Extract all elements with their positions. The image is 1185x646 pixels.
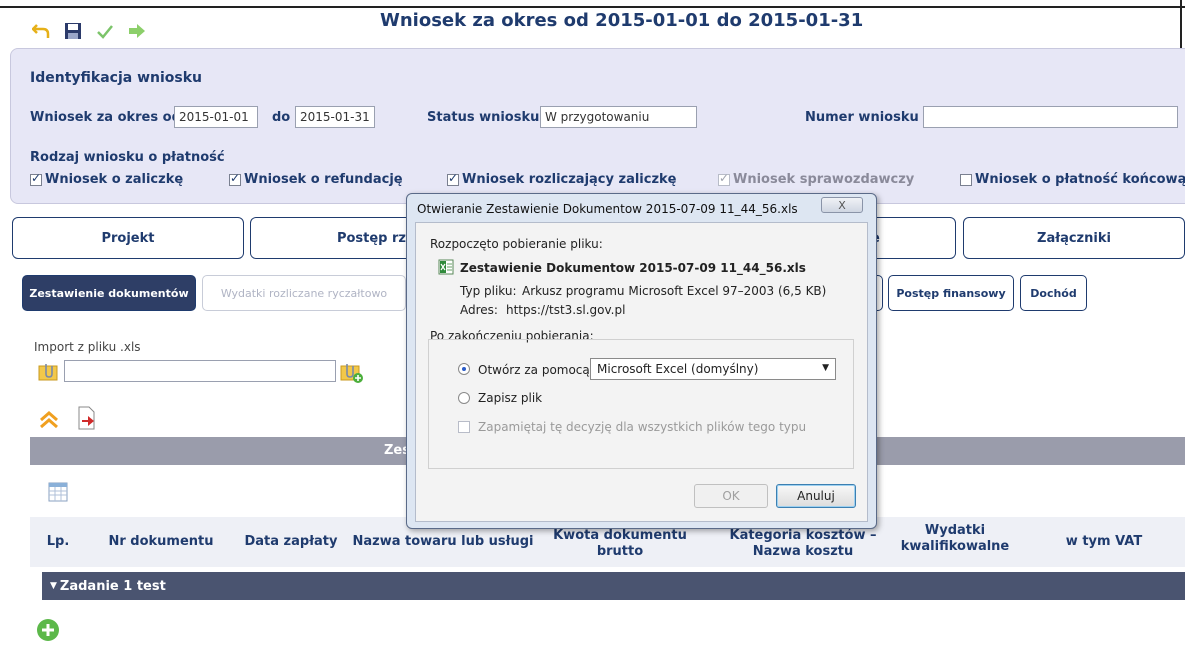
period-from-field[interactable]: 2015-01-01 [174, 106, 258, 128]
attach-clip-icon[interactable] [38, 362, 60, 385]
col-lp[interactable]: Lp. [30, 517, 86, 567]
period-to-label: do [272, 110, 290, 125]
dialog-title: Otwieranie Zestawienie Dokumentow 2015-0… [417, 202, 798, 216]
checkbox-sprawozdawczy: Wniosek sprawozdawczy [718, 171, 915, 187]
dialog-file-name: Zestawienie Dokumentow 2015-07-09 11_44_… [460, 261, 806, 275]
dialog-file-type-label: Typ pliku: [460, 284, 517, 298]
checkbox-sprawozdawczy-box [718, 171, 730, 186]
checkbox-refundacja-label: Wniosek o refundację [244, 172, 403, 187]
radio-save-file-label: Zapisz plik [478, 391, 543, 405]
dropdown-arrow-icon[interactable]: ▼ [822, 363, 829, 373]
identification-title: Identyfikacja wniosku [30, 70, 202, 86]
page-title: Wniosek za okres od 2015-01-01 do 2015-0… [380, 10, 864, 31]
checkbox-refundacja-box[interactable] [229, 171, 241, 186]
number-label: Numer wniosku [805, 110, 919, 125]
add-row-icon[interactable] [36, 618, 60, 645]
radio-open-with-label: Otwórz za pomocą [478, 363, 590, 377]
checkbox-refundacja[interactable]: Wniosek o refundację [229, 171, 403, 187]
dialog-address-label: Adres: [460, 303, 498, 317]
subtab-wydatki-ryczaltowo[interactable]: Wydatki rozliczane ryczałtowo [202, 275, 406, 311]
subtab-zestawienie-dokumentow[interactable]: Zestawienie dokumentów [22, 275, 196, 311]
radio-save-file[interactable] [458, 392, 470, 407]
checkbox-rozliczajacy-box[interactable] [447, 171, 459, 186]
checkbox-zaliczka-box[interactable] [30, 171, 42, 186]
remember-label: Zapamiętaj tę decyzję dla wszystkich pli… [478, 420, 807, 434]
period-to-label-text: do [272, 110, 291, 125]
check-icon[interactable] [94, 20, 116, 42]
payment-type-label: Rodzaj wniosku o płatność [30, 150, 225, 165]
open-with-select[interactable]: Microsoft Excel (domyślny) ▼ [590, 358, 836, 380]
dialog-address-value: https://tst3.sl.gov.pl [506, 303, 626, 317]
period-from-label: Wniosek za okres od [30, 110, 181, 125]
status-field[interactable]: W przygotowaniu [540, 106, 697, 128]
status-label: Status wniosku [427, 110, 540, 125]
task-title: Zadanie 1 test [59, 578, 166, 594]
checkbox-sprawozdawczy-label: Wniosek sprawozdawczy [733, 172, 915, 187]
task-group-row[interactable]: ▼ Zadanie 1 test [42, 572, 1185, 600]
save-icon[interactable] [62, 20, 84, 42]
tab-projekt[interactable]: Projekt [12, 217, 244, 259]
undo-icon[interactable] [30, 20, 52, 42]
checkbox-rozliczajacy-label: Wniosek rozliczający zaliczkę [462, 172, 677, 187]
checkbox-koncowa-label: Wniosek o płatność końcową [975, 172, 1185, 187]
period-to-field[interactable]: 2015-01-31 [295, 106, 375, 128]
dialog-close-button[interactable]: X [821, 197, 863, 213]
toolbar [30, 18, 148, 44]
right-border-line [1180, 0, 1182, 48]
col-vat[interactable]: w tym VAT [1034, 517, 1174, 567]
checkbox-zaliczka[interactable]: Wniosek o zaliczkę [30, 171, 184, 187]
table-grid-icon[interactable] [48, 482, 68, 505]
radio-open-with[interactable] [458, 363, 470, 378]
subtab-postep-finansowy[interactable]: Postęp finansowy [888, 275, 1014, 311]
top-border-line [0, 6, 1185, 8]
col-data-zaplaty[interactable]: Data zapłaty [236, 517, 346, 567]
import-file-field[interactable] [64, 360, 336, 382]
tab-zalaczniki[interactable]: Załączniki [963, 217, 1185, 259]
checkbox-koncowa-box[interactable] [960, 173, 972, 186]
cancel-button[interactable]: Anuluj [776, 484, 856, 508]
dialog-intro: Rozpoczęto pobieranie pliku: [430, 237, 603, 251]
checkbox-zaliczka-label: Wniosek o zaliczkę [45, 172, 184, 187]
export-icon[interactable] [76, 406, 98, 433]
download-dialog: Otwieranie Zestawienie Dokumentow 2015-0… [406, 193, 877, 529]
excel-file-icon [438, 259, 454, 278]
forward-arrow-icon[interactable] [126, 20, 148, 42]
expand-triangle-icon[interactable]: ▼ [50, 581, 57, 591]
import-label: Import z pliku .xls [34, 340, 141, 354]
dialog-body: Rozpoczęto pobieranie pliku: Zestawienie… [415, 222, 868, 522]
dialog-file-type-value: Arkusz programu Microsoft Excel 97–2003 … [522, 284, 827, 298]
subtab-dochod[interactable]: Dochód [1020, 275, 1087, 311]
remember-checkbox [458, 421, 470, 436]
col-wydatki[interactable]: Wydatki kwalifikowalne [880, 517, 1030, 567]
collapse-up-icon[interactable] [38, 410, 60, 433]
checkbox-koncowa[interactable]: Wniosek o płatność końcową [960, 172, 1185, 187]
open-with-select-value: Microsoft Excel (domyślny) [597, 362, 759, 376]
attach-add-icon[interactable] [340, 362, 364, 387]
col-nr-dokumentu[interactable]: Nr dokumentu [88, 517, 234, 567]
checkbox-rozliczajacy[interactable]: Wniosek rozliczający zaliczkę [447, 171, 677, 187]
ok-button[interactable]: OK [694, 484, 768, 508]
number-field[interactable] [923, 106, 1178, 128]
